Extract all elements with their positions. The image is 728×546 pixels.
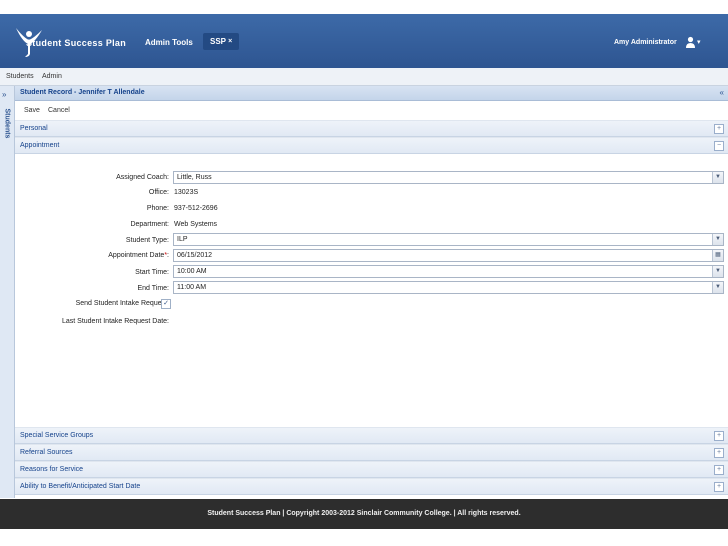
section-reasons-for-service[interactable]: Reasons for Service + (15, 461, 728, 478)
menu-bar: Students Admin (0, 68, 728, 86)
section-referral-title: Referral Sources (20, 449, 73, 456)
nav-ssp-tab[interactable]: SSP × (203, 33, 240, 50)
dropdown-arrow-icon[interactable]: ▼ (712, 234, 723, 245)
menu-admin[interactable]: Admin (42, 73, 62, 80)
office-label: Office: (148, 189, 169, 196)
appointment-date-label-text: Appointment Date (108, 252, 165, 259)
student-record-panel: Student Record - Jennifer T Allendale « … (15, 86, 728, 498)
dropdown-arrow-icon[interactable]: ▼ (712, 266, 723, 277)
student-type-select[interactable]: ILP ▼ (173, 233, 724, 246)
calendar-icon[interactable]: ▦ (712, 250, 723, 261)
section-appointment[interactable]: Appointment − (15, 137, 728, 154)
close-icon[interactable]: × (228, 38, 232, 45)
app-title: Student Success Plan (26, 38, 127, 48)
nav-ssp-label: SSP (210, 37, 226, 46)
start-time-label: Start Time: (135, 269, 169, 276)
expand-icon[interactable]: + (714, 465, 724, 475)
nav-admin-tools[interactable]: Admin Tools (145, 38, 193, 47)
collapse-icon[interactable]: − (714, 141, 724, 151)
appointment-date-label: Appointment Date*: (108, 252, 169, 259)
section-referral-sources[interactable]: Referral Sources + (15, 444, 728, 461)
app-header: Student Success Plan Admin Tools SSP × A… (0, 14, 728, 68)
department-value: Web Systems (174, 221, 218, 228)
user-icon[interactable] (686, 36, 695, 48)
assigned-coach-value: Little, Russ (177, 174, 212, 181)
dropdown-arrow-icon[interactable]: ▼ (712, 172, 723, 183)
appointment-date-value: 06/15/2012 (177, 252, 213, 259)
office-value: 13023S (174, 189, 199, 196)
record-toolbar: Save Cancel (15, 101, 728, 121)
footer: Student Success Plan | Copyright 2003-20… (0, 499, 728, 529)
start-time-value: 10:00 AM (177, 268, 207, 275)
send-intake-label: Send Student Intake Request: (75, 300, 169, 307)
section-special-title: Special Service Groups (20, 432, 94, 439)
student-type-label: Student Type: (125, 237, 169, 244)
section-personal-title: Personal (20, 125, 48, 132)
section-appointment-title: Appointment (20, 142, 60, 149)
chevron-down-icon[interactable]: ▾ (697, 38, 701, 46)
student-type-value: ILP (177, 236, 188, 243)
save-button[interactable]: Save (24, 107, 40, 114)
assigned-coach-select[interactable]: Little, Russ ▼ (173, 171, 724, 184)
cancel-button[interactable]: Cancel (48, 107, 70, 114)
phone-value: 937-512-2696 (174, 205, 218, 212)
menu-students[interactable]: Students (6, 73, 34, 80)
students-rail[interactable]: » Students (0, 86, 15, 498)
last-intake-label: Last Student Intake Request Date: (61, 318, 169, 325)
section-ability-title: Ability to Benefit/Anticipated Start Dat… (20, 483, 141, 490)
dropdown-arrow-icon[interactable]: ▼ (712, 282, 723, 293)
assigned-coach-label: Assigned Coach: (116, 174, 169, 181)
section-special-service-groups[interactable]: Special Service Groups + (15, 427, 728, 444)
user-name[interactable]: Amy Administrator (614, 39, 677, 46)
expand-icon[interactable]: + (714, 124, 724, 134)
send-intake-checkbox[interactable]: ✓ (161, 299, 171, 309)
expand-icon[interactable]: + (714, 482, 724, 492)
section-personal[interactable]: Personal + (15, 120, 728, 137)
expand-rail-icon[interactable]: » (2, 90, 6, 99)
start-time-select[interactable]: 10:00 AM ▼ (173, 265, 724, 278)
panel-header: Student Record - Jennifer T Allendale « (15, 86, 728, 101)
appointment-date-input[interactable]: 06/15/2012 ▦ (173, 249, 724, 262)
section-ability-to-benefit[interactable]: Ability to Benefit/Anticipated Start Dat… (15, 478, 728, 495)
required-marker: * (164, 252, 168, 259)
end-time-select[interactable]: 11:00 AM ▼ (173, 281, 724, 294)
collapse-panel-icon[interactable]: « (720, 88, 724, 97)
section-reasons-title: Reasons for Service (20, 466, 84, 473)
phone-label: Phone: (146, 205, 169, 212)
end-time-label: End Time: (137, 285, 169, 292)
department-label: Department: (130, 221, 169, 228)
expand-icon[interactable]: + (714, 448, 724, 458)
rail-label: Students (3, 108, 11, 139)
end-time-value: 11:00 AM (177, 284, 207, 291)
panel-title: Student Record - Jennifer T Allendale (20, 89, 145, 96)
footer-text: Student Success Plan | Copyright 2003-20… (207, 510, 521, 517)
expand-icon[interactable]: + (714, 431, 724, 441)
